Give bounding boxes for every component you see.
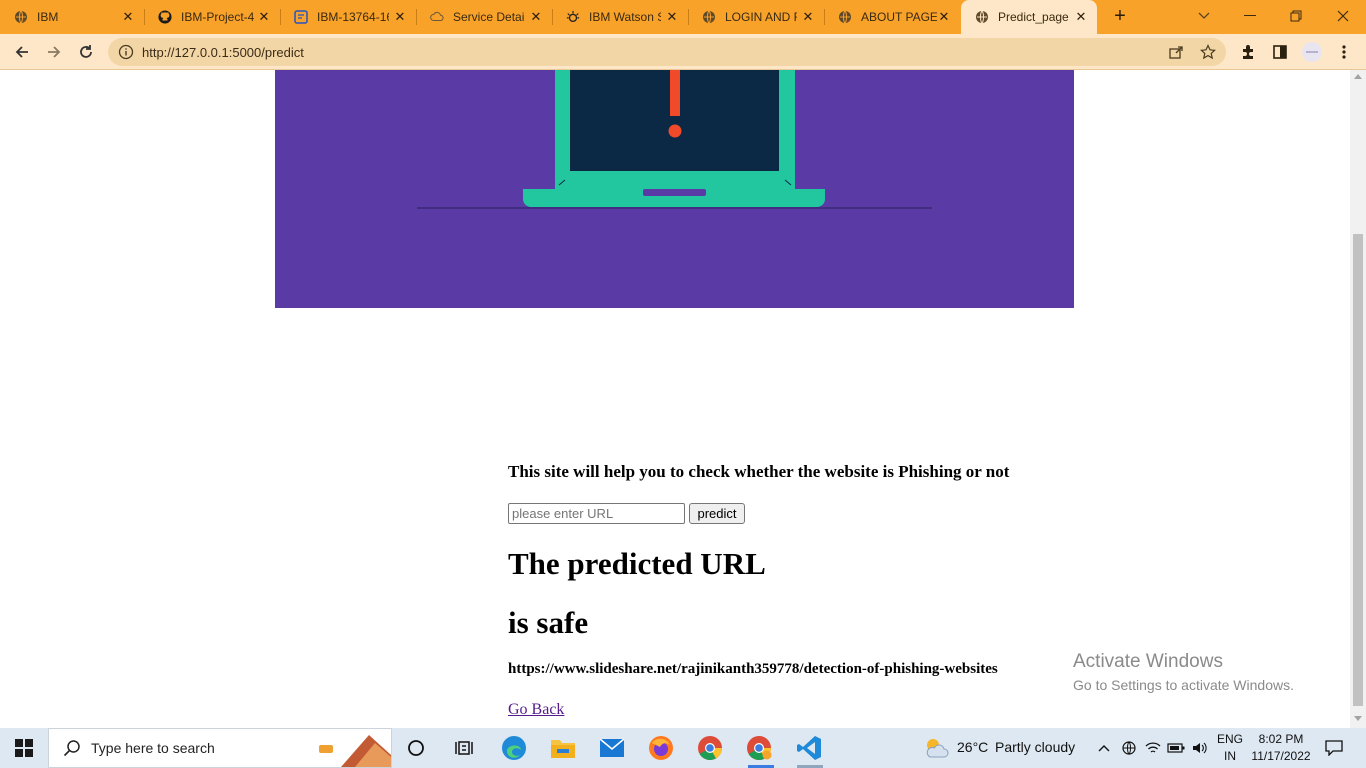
taskbar-search[interactable]: Type here to search: [48, 728, 392, 768]
clock-date[interactable]: 11/17/2022: [1250, 749, 1312, 763]
hero-banner: [275, 70, 1074, 308]
info-icon[interactable]: [118, 44, 134, 60]
globe-icon: [838, 10, 852, 24]
reload-button[interactable]: [74, 40, 98, 64]
windows-logo-icon: [15, 739, 33, 757]
watermark-title: Activate Windows: [1073, 651, 1223, 672]
search-placeholder: Type here to search: [91, 740, 215, 756]
tab-label: IBM-13764-16: [317, 10, 389, 24]
tab-label: Service Detail: [453, 10, 525, 24]
firefox-icon[interactable]: [647, 734, 675, 762]
tab-label: LOGIN AND R: [725, 10, 797, 24]
vscode-icon[interactable]: [795, 734, 823, 762]
edge-browser-icon[interactable]: [500, 734, 528, 762]
chrome-icon[interactable]: [696, 734, 724, 762]
cloud-icon: [430, 10, 444, 24]
predict-button[interactable]: predict: [689, 503, 745, 524]
windows-taskbar: Type here to search 26°C Partly cloudy E…: [0, 728, 1366, 768]
tab-label: ABOUT PAGE: [861, 10, 937, 24]
avatar[interactable]: [1302, 42, 1322, 62]
scroll-thumb[interactable]: [1353, 234, 1363, 706]
weather-temp[interactable]: 26°C: [957, 739, 988, 755]
start-button[interactable]: [0, 728, 48, 768]
address-bar[interactable]: http://127.0.0.1:5000/predict: [108, 38, 1226, 66]
tab-label: IBM: [37, 10, 59, 24]
browser-toolbar: http://127.0.0.1:5000/predict: [0, 34, 1366, 70]
share-icon[interactable]: [1166, 42, 1186, 62]
new-tab-button[interactable]: +: [1109, 6, 1131, 28]
extensions-icon[interactable]: [1238, 42, 1258, 62]
forward-button[interactable]: [42, 40, 66, 64]
search-icon: [63, 739, 81, 757]
tab-about-page[interactable]: ABOUT PAGE ✕: [824, 0, 960, 34]
result-heading: The predicted URL: [508, 546, 766, 581]
minimize-button[interactable]: [1236, 4, 1264, 28]
close-icon[interactable]: ✕: [800, 9, 816, 25]
chevron-up-icon[interactable]: [1092, 734, 1116, 762]
tab-ibm-13764[interactable]: IBM-13764-16 ✕: [280, 0, 416, 34]
scroll-up-arrow[interactable]: [1354, 74, 1362, 79]
browser-tab-strip: IBM ✕ IBM-Project-4 ✕ IBM-13764-16 ✕ Ser…: [0, 0, 1366, 34]
close-icon[interactable]: ✕: [120, 9, 136, 25]
watson-icon: [566, 10, 580, 24]
weather-partly-cloudy-icon[interactable]: [922, 734, 950, 762]
side-panel-icon[interactable]: [1270, 42, 1290, 62]
address-url[interactable]: http://127.0.0.1:5000/predict: [142, 45, 304, 60]
tab-service-detail[interactable]: Service Detail ✕: [416, 0, 552, 34]
clock-time[interactable]: 8:02 PM: [1250, 732, 1312, 746]
chrome-active-icon[interactable]: [745, 734, 773, 762]
volume-icon[interactable]: [1188, 734, 1212, 762]
close-icon[interactable]: ✕: [392, 9, 408, 25]
tab-login[interactable]: LOGIN AND R ✕: [688, 0, 824, 34]
intro-heading: This site will help you to check whether…: [508, 462, 1010, 481]
activate-windows-watermark: Activate Windows Go to Settings to activ…: [1073, 651, 1294, 693]
result-url: https://www.slideshare.net/rajinikanth35…: [508, 661, 998, 677]
globe-icon: [14, 10, 28, 24]
globe-icon: [702, 10, 716, 24]
notifications-icon[interactable]: [1320, 734, 1348, 762]
close-icon[interactable]: ✕: [1073, 9, 1089, 25]
wifi-icon[interactable]: [1141, 734, 1165, 762]
menu-kebab-icon[interactable]: [1334, 42, 1354, 62]
tab-search-icon[interactable]: [1190, 4, 1218, 28]
file-explorer-icon[interactable]: [549, 734, 577, 762]
close-icon[interactable]: ✕: [936, 9, 952, 25]
mail-icon[interactable]: [598, 734, 626, 762]
network-globe-icon[interactable]: [1117, 734, 1141, 762]
scroll-down-arrow[interactable]: [1354, 716, 1362, 721]
watermark-subtitle: Go to Settings to activate Windows.: [1073, 677, 1294, 693]
close-icon[interactable]: ✕: [664, 9, 680, 25]
restore-button[interactable]: [1282, 4, 1310, 28]
tab-label: IBM Watson S: [589, 10, 661, 24]
go-back-link[interactable]: Go Back: [508, 701, 564, 719]
url-input[interactable]: [508, 503, 685, 524]
tab-ibm-watson[interactable]: IBM Watson S ✕: [552, 0, 688, 34]
language-code[interactable]: ENG: [1216, 732, 1244, 746]
close-icon[interactable]: ✕: [528, 9, 544, 25]
page-scrollbar[interactable]: [1350, 70, 1366, 728]
language-region[interactable]: IN: [1216, 749, 1244, 763]
weather-desc[interactable]: Partly cloudy: [995, 739, 1075, 755]
laptop-alert-illustration: [417, 70, 932, 209]
document-icon: [294, 10, 308, 24]
bookmark-star-icon[interactable]: [1198, 42, 1218, 62]
close-icon[interactable]: ✕: [256, 9, 272, 25]
tab-ibm[interactable]: IBM ✕: [0, 0, 144, 34]
battery-icon[interactable]: [1164, 734, 1188, 762]
globe-icon: [975, 10, 989, 24]
result-status: is safe: [508, 605, 589, 640]
tab-github[interactable]: IBM-Project-4 ✕: [144, 0, 280, 34]
tab-label: IBM-Project-4: [181, 10, 255, 24]
page-viewport: This site will help you to check whether…: [0, 70, 1350, 728]
task-view-icon[interactable]: [402, 734, 430, 762]
widgets-icon[interactable]: [450, 734, 478, 762]
tab-predict-page[interactable]: Predict_page ✕: [961, 0, 1097, 34]
github-icon: [158, 10, 172, 24]
close-window-button[interactable]: [1329, 4, 1357, 28]
back-button[interactable]: [10, 40, 34, 64]
tab-label: Predict_page: [998, 10, 1069, 24]
search-highlight-image: [319, 735, 391, 767]
